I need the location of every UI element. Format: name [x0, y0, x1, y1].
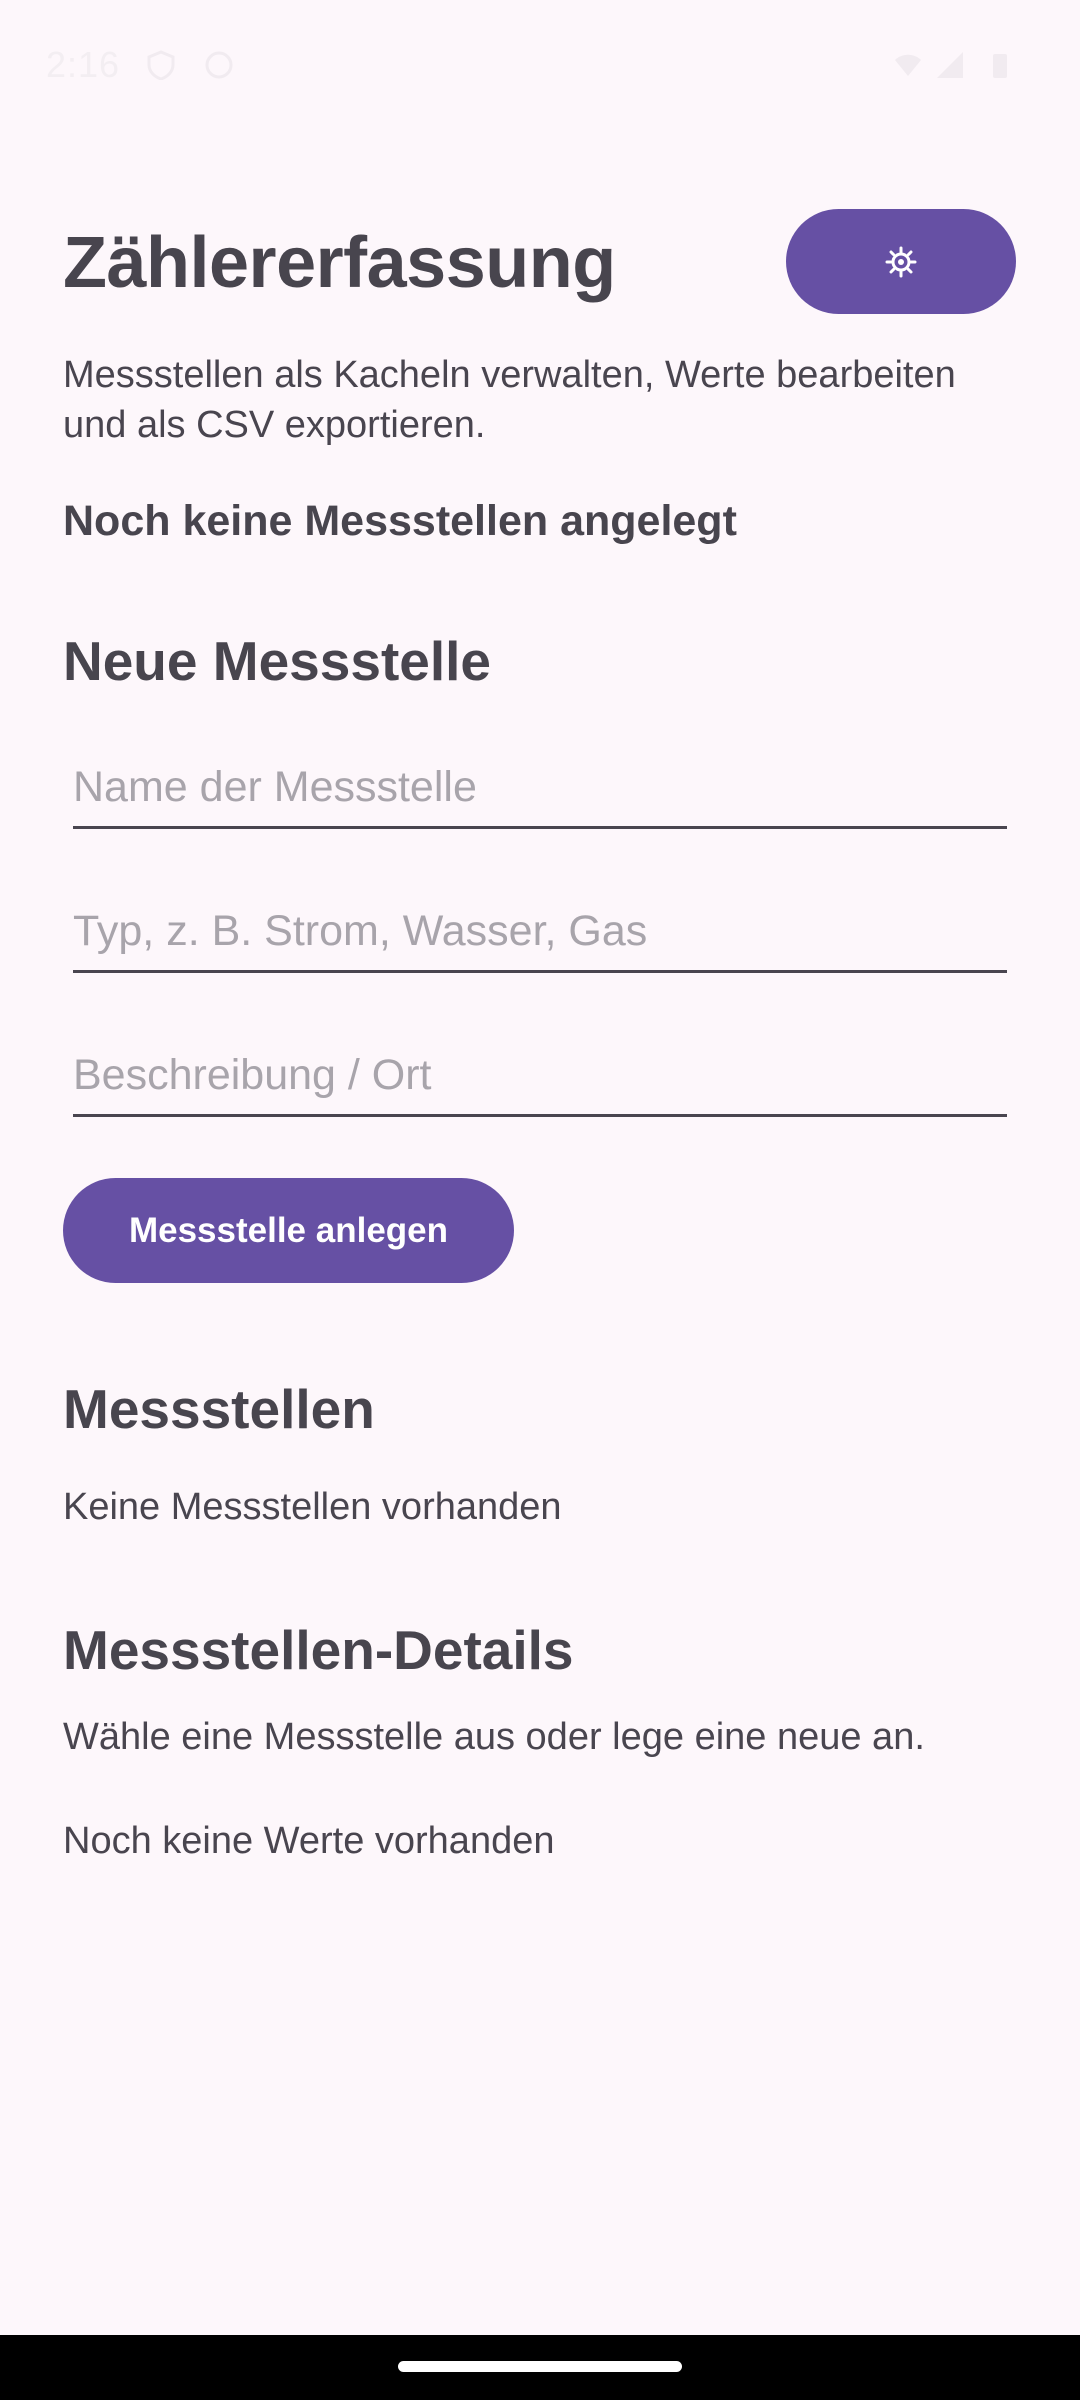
- no-values-text: Noch keine Werte vorhanden: [63, 1820, 555, 1862]
- meter-list-empty-text: Keine Messstellen vorhanden: [63, 1486, 562, 1528]
- wifi-icon: [895, 54, 921, 76]
- new-meter-heading: Neue Messstelle: [63, 630, 491, 692]
- home-gesture-handle[interactable]: [398, 2361, 682, 2372]
- meter-description-field[interactable]: [73, 1036, 1007, 1117]
- meter-details-heading: Messstellen-Details: [63, 1619, 574, 1681]
- status-time: 2:16: [46, 44, 121, 85]
- settings-button[interactable]: [786, 209, 1016, 314]
- meter-details-hint: Wähle eine Messstelle aus oder lege eine…: [63, 1716, 925, 1758]
- page-title: Zählererfassung: [63, 223, 616, 303]
- signal-icon: [937, 52, 963, 78]
- gear-icon: [885, 246, 917, 277]
- create-meter-button[interactable]: Messstelle anlegen: [63, 1178, 514, 1283]
- meter-type-field[interactable]: [73, 892, 1007, 973]
- page-subtitle: Messstellen als Kacheln verwalten, Werte…: [63, 354, 956, 446]
- status-bar: 2:16: [0, 0, 1080, 140]
- empty-state-banner: Noch keine Messstellen angelegt: [63, 497, 737, 545]
- face-icon: [205, 51, 233, 79]
- meter-list-heading: Messstellen: [63, 1378, 375, 1440]
- meter-name-field[interactable]: [73, 748, 1007, 829]
- shield-icon: [147, 50, 175, 80]
- battery-icon: [993, 54, 1007, 78]
